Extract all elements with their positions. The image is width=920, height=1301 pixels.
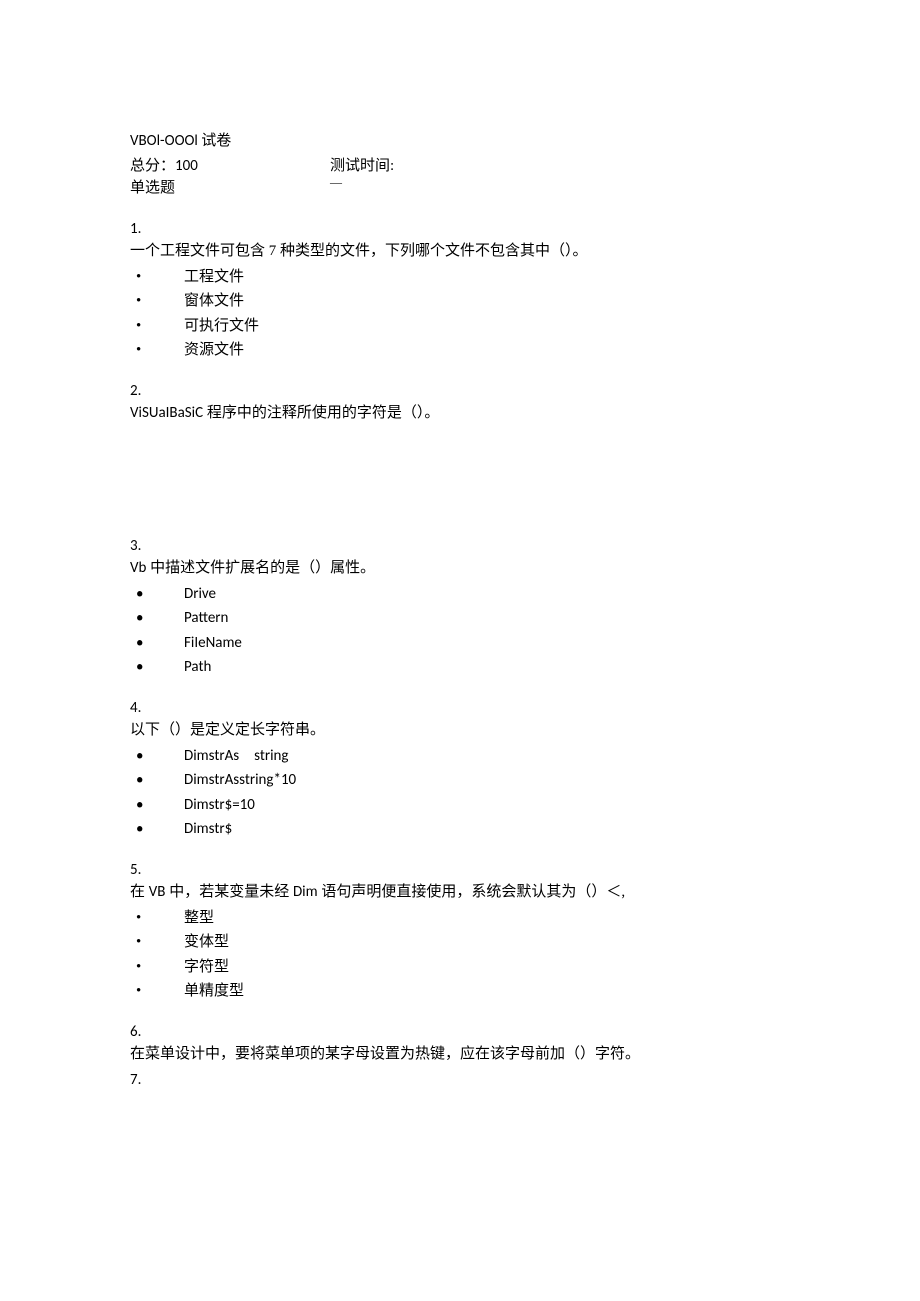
question-number: 7. [130,1069,790,1092]
question-number: 1. [130,218,790,241]
question-number: 6. [130,1021,790,1044]
question-text: ViSUaIBaSiC 程序中的注释所使用的字符是（）。 [130,402,790,425]
question-block: 5. 在 VB 中，若某变量未经 Dim 语句声明便直接使用，系统会默认其为（）… [130,859,790,1003]
question-block: 7. [130,1069,790,1092]
option-item: 窗体文件 [136,290,790,313]
exam-meta-row: 总分：100 测试时间: — [130,155,790,178]
options-list: DimstrAs string DimstrAsstring*10 Dimstr… [130,745,790,841]
options-list: Drive Pattern FiIeName Path [130,583,790,679]
time-dash: — [330,173,342,191]
option-item: Drive [136,583,790,606]
option-item: 单精度型 [136,980,790,1003]
option-item: Dimstr$=10 [136,794,790,817]
option-item: Dimstr$ [136,818,790,841]
question-number: 3. [130,535,790,558]
option-item: 资源文件 [136,339,790,362]
option-item: 工程文件 [136,266,790,289]
options-list: 工程文件 窗体文件 可执行文件 资源文件 [130,266,790,362]
question-text: 在菜单设计中，要将菜单项的某字母设置为热键，应在该字母前加（）字符。 [130,1043,790,1066]
option-item: Pattern [136,607,790,630]
question-text: 以下（）是定义定长字符串。 [130,719,790,742]
option-item: 变体型 [136,931,790,954]
score-value: 100 [175,157,198,175]
question-block: 2. ViSUaIBaSiC 程序中的注释所使用的字符是（）。 [130,380,790,425]
question-block: 6. 在菜单设计中，要将菜单项的某字母设置为热键，应在该字母前加（）字符。 [130,1021,790,1066]
option-item: FiIeName [136,632,790,655]
score-label: 总分： [130,158,175,174]
question-text: 一个工程文件可包含 7 种类型的文件，下列哪个文件不包含其中（）。 [130,240,790,263]
option-item: DimstrAsstring*10 [136,769,790,792]
question-text: Vb 中描述文件扩展名的是（）属性。 [130,557,790,580]
question-block: 1. 一个工程文件可包含 7 种类型的文件，下列哪个文件不包含其中（）。 工程文… [130,218,790,362]
question-number: 4. [130,697,790,720]
document-page: VBOl-OOOl 试卷 总分：100 测试时间: — 单选题 1. 一个工程文… [0,0,920,1301]
question-block: 3. Vb 中描述文件扩展名的是（）属性。 Drive Pattern FiIe… [130,535,790,679]
option-item: 可执行文件 [136,315,790,338]
option-item: Path [136,656,790,679]
section-label: 单选题 [130,177,790,200]
options-list: 整型 变体型 字符型 单精度型 [130,907,790,1003]
question-text: 在 VB 中，若某变量未经 Dim 语句声明便直接使用，系统会默认其为（）＜, [130,881,790,904]
option-item: 整型 [136,907,790,930]
time-label: 测试时间: [330,158,394,174]
option-item: DimstrAs string [136,745,790,768]
question-number: 2. [130,380,790,403]
question-number: 5. [130,859,790,882]
exam-title: VBOl-OOOl 试卷 [130,130,790,153]
question-block: 4. 以下（）是定义定长字符串。 DimstrAs string DimstrA… [130,697,790,841]
option-item: 字符型 [136,956,790,979]
